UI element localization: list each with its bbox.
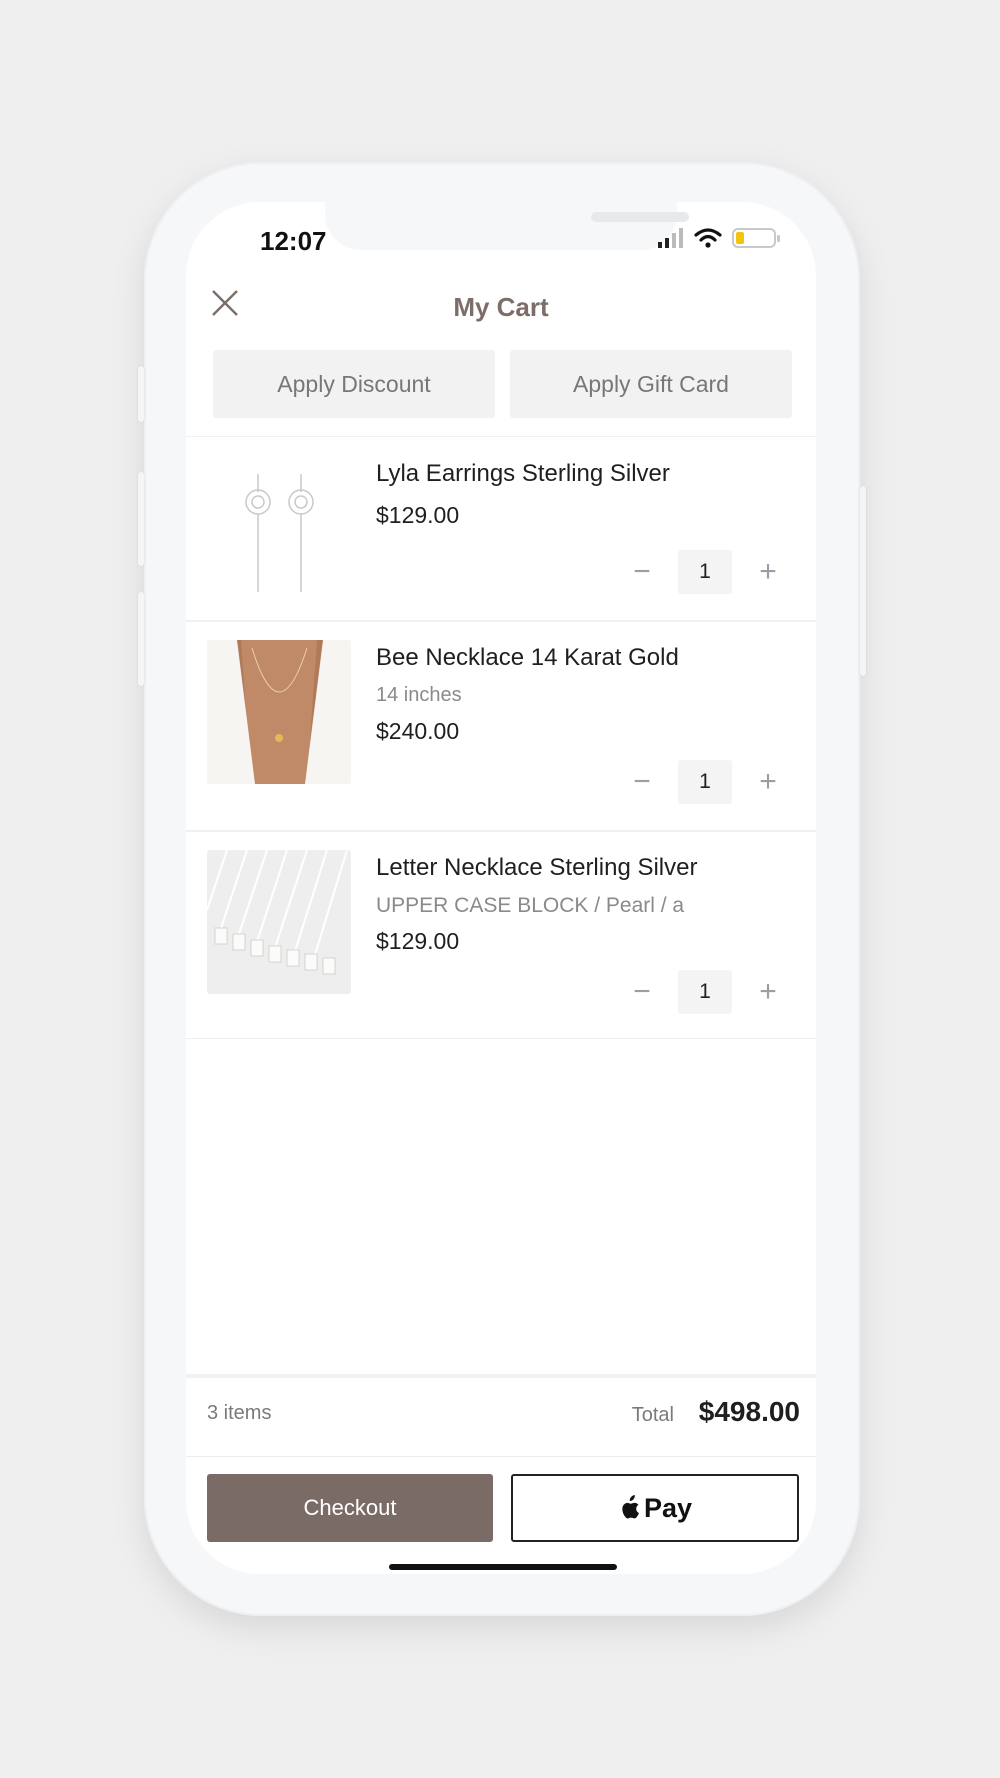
- item-title[interactable]: Lyla Earrings Sterling Silver: [376, 460, 670, 488]
- increase-quantity-button[interactable]: +: [748, 970, 788, 1014]
- quantity-value[interactable]: 1: [678, 970, 732, 1014]
- decrease-quantity-button[interactable]: −: [622, 970, 662, 1014]
- letter-necklace-photo: [207, 850, 351, 994]
- phone-volume-up-button: [138, 472, 144, 566]
- apply-discount-button[interactable]: Apply Discount: [213, 350, 495, 418]
- battery-icon: [732, 228, 780, 248]
- total-label: Total: [631, 1404, 674, 1426]
- phone-volume-down-button: [138, 592, 144, 686]
- speaker: [591, 212, 689, 222]
- product-image-letter-necklace[interactable]: [207, 850, 351, 994]
- battery-level: [736, 232, 744, 244]
- cart-item: Bee Necklace 14 Karat Gold 14 inches $24…: [186, 622, 816, 806]
- item-variant: UPPER CASE BLOCK / Pearl / a: [376, 894, 685, 917]
- increase-quantity-button[interactable]: +: [748, 760, 788, 804]
- item-count: 3 items: [207, 1402, 272, 1424]
- product-image-bee-necklace[interactable]: [207, 640, 351, 784]
- apple-pay-label: Pay: [643, 1492, 693, 1523]
- cellular-icon: [658, 228, 683, 248]
- cart-item: Letter Necklace Sterling Silver UPPER CA…: [186, 832, 816, 1016]
- apple-pay-button[interactable]: Pay: [511, 1474, 799, 1542]
- quantity-stepper: − 1 +: [622, 550, 788, 594]
- phone-side-button: [138, 366, 144, 422]
- checkout-button[interactable]: Checkout: [207, 1474, 493, 1542]
- product-image-earrings[interactable]: [207, 456, 351, 600]
- page-title: My Cart: [453, 292, 549, 322]
- cart-footer: 3 items Total $498.00 Checkout Pay: [186, 1374, 816, 1574]
- increase-quantity-button[interactable]: +: [748, 550, 788, 594]
- item-price: $129.00: [376, 928, 460, 954]
- item-title[interactable]: Bee Necklace 14 Karat Gold: [376, 644, 679, 672]
- home-indicator[interactable]: [389, 1564, 617, 1570]
- footer-shadow: [186, 1374, 816, 1378]
- earrings-image: [245, 474, 314, 592]
- necklace-photo: [207, 640, 351, 784]
- quantity-stepper: − 1 +: [622, 970, 788, 1014]
- divider: [186, 436, 816, 437]
- quantity-value[interactable]: 1: [678, 760, 732, 804]
- decrease-quantity-button[interactable]: −: [622, 550, 662, 594]
- phone-power-button: [860, 486, 866, 676]
- decrease-quantity-button[interactable]: −: [622, 760, 662, 804]
- item-title[interactable]: Letter Necklace Sterling Silver: [376, 854, 697, 882]
- wifi-icon: [694, 228, 722, 248]
- quantity-value[interactable]: 1: [678, 550, 732, 594]
- item-price: $240.00: [376, 718, 460, 744]
- status-icons: [658, 228, 780, 248]
- total-amount: $498.00: [698, 1396, 800, 1427]
- status-time: 12:07: [260, 226, 327, 256]
- apply-gift-card-button[interactable]: Apply Gift Card: [510, 350, 792, 418]
- item-price: $129.00: [376, 502, 460, 528]
- notch: [325, 202, 689, 250]
- apple-logo-icon: [622, 1495, 639, 1519]
- divider: [186, 1038, 816, 1039]
- item-variant: 14 inches: [376, 684, 462, 706]
- quantity-stepper: − 1 +: [622, 760, 788, 804]
- cart-item: Lyla Earrings Sterling Silver $129.00 − …: [186, 438, 816, 622]
- app-screen: 12:07 My Cart Apply Discount Apply Gift …: [186, 202, 816, 1574]
- divider: [186, 1456, 816, 1457]
